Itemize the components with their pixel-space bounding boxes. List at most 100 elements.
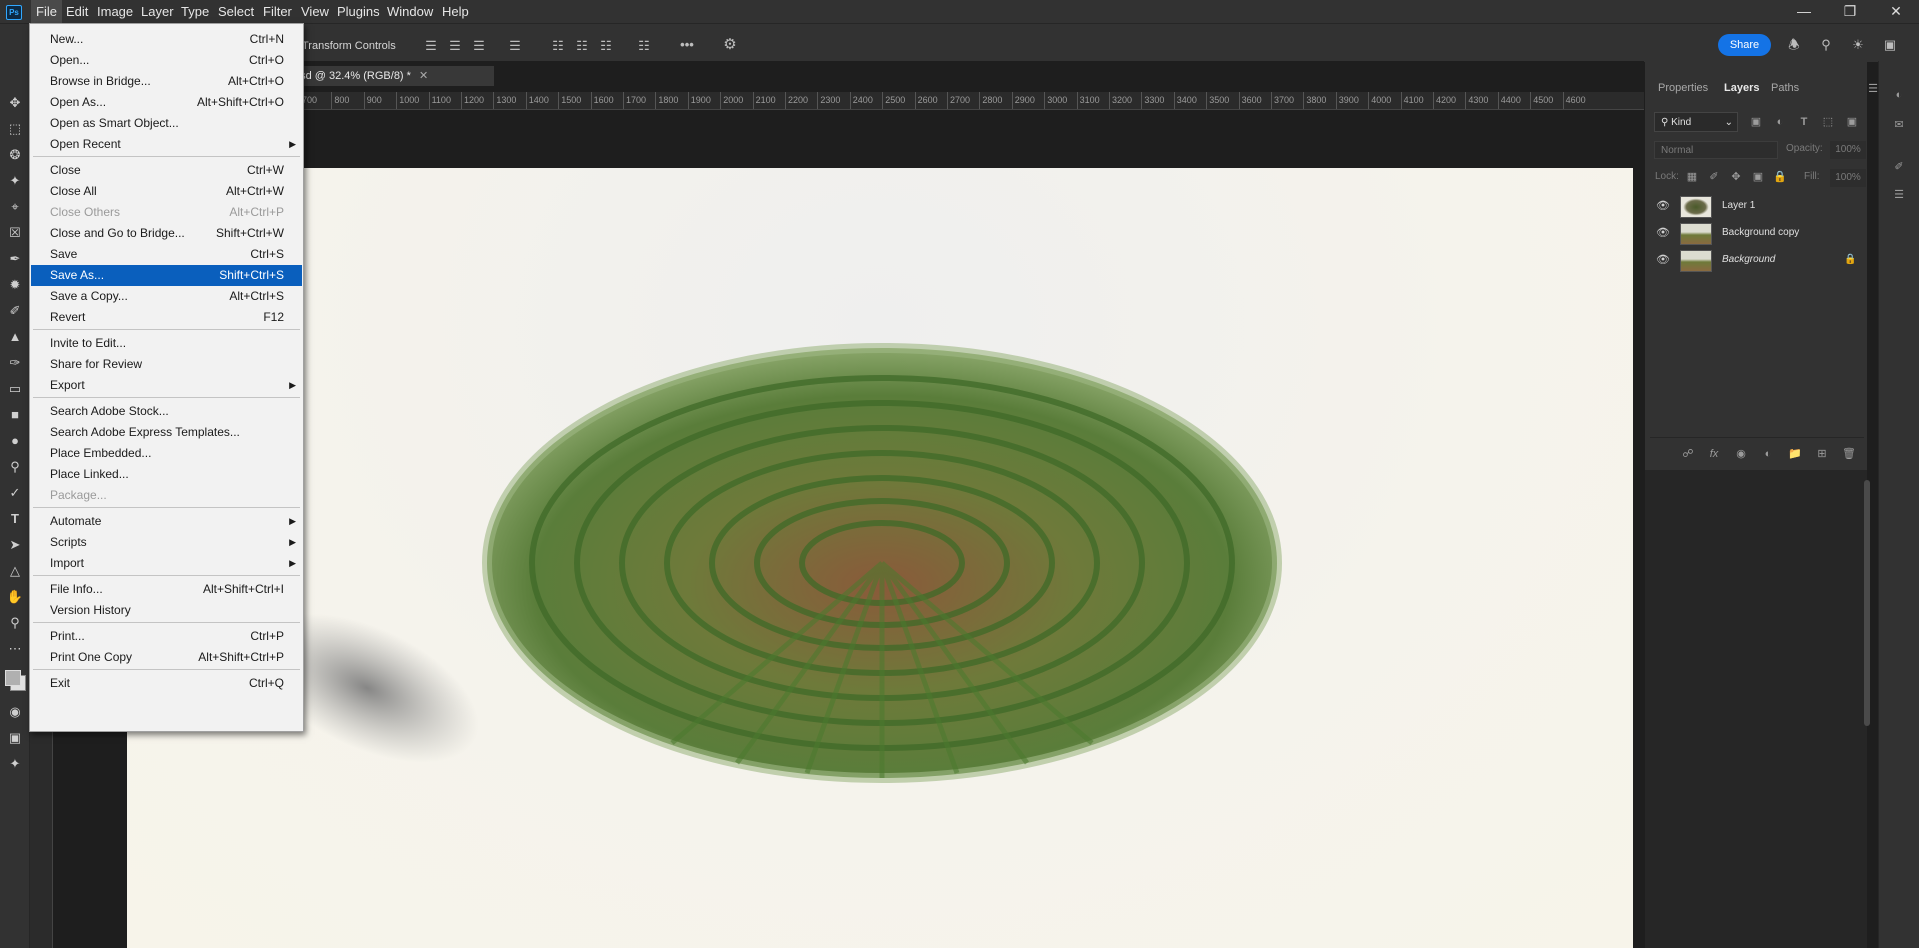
eyedropper-tool-icon[interactable]: ✒ <box>6 250 24 268</box>
menu-layer[interactable]: Layer <box>136 0 179 23</box>
workspace-icon[interactable]: ▣ <box>1882 38 1898 52</box>
stamp-tool-icon[interactable]: ▲ <box>6 328 24 346</box>
lock-image-icon[interactable]: ✐ <box>1706 170 1722 184</box>
menu-item-version-history[interactable]: Version History <box>31 600 302 621</box>
distribute-vertical-icon[interactable]: ☷ <box>636 39 652 53</box>
align-center-icon[interactable]: ☰ <box>447 39 463 53</box>
generative-icon[interactable]: ✦ <box>6 755 24 773</box>
menu-item-invite-to-edit[interactable]: Invite to Edit... <box>31 333 302 354</box>
tab-layers[interactable]: Layers <box>1724 82 1759 94</box>
filter-pixel-icon[interactable]: ▣ <box>1748 115 1764 129</box>
filter-shape-icon[interactable]: ⬚ <box>1820 115 1836 129</box>
menu-image[interactable]: Image <box>92 0 138 23</box>
zoom-tool-icon[interactable]: ⚲ <box>6 614 24 632</box>
menu-type[interactable]: Type <box>176 0 214 23</box>
menu-edit[interactable]: Edit <box>61 0 93 23</box>
restore-icon[interactable]: ❐ <box>1827 0 1873 23</box>
menu-item-search-adobe-express-templates[interactable]: Search Adobe Express Templates... <box>31 422 302 443</box>
menu-item-open-as[interactable]: Open As... Alt+Shift+Ctrl+O <box>31 92 302 113</box>
search-icon[interactable]: ⚲ <box>1818 38 1834 52</box>
sliders-panel-icon[interactable]: ☰ <box>1891 188 1907 202</box>
layer-row-background-copy[interactable]: 👁 Background copy <box>1652 221 1862 247</box>
align-top-icon[interactable]: ☷ <box>550 39 566 53</box>
menu-item-exit[interactable]: Exit Ctrl+Q <box>31 673 302 694</box>
lock-artboard-icon[interactable]: ▣ <box>1750 170 1766 184</box>
minimize-icon[interactable]: — <box>1781 0 1827 23</box>
share-button[interactable]: Share <box>1718 34 1771 56</box>
adjustment-icon[interactable]: ◐ <box>1760 447 1776 461</box>
menu-item-share-for-review[interactable]: Share for Review <box>31 354 302 375</box>
marquee-tool-icon[interactable]: ⬚ <box>6 120 24 138</box>
menu-file[interactable]: File <box>31 0 62 23</box>
menu-item-automate[interactable]: Automate ▶ <box>31 511 302 532</box>
hand-tool-icon[interactable]: ✋ <box>6 588 24 606</box>
tab-paths[interactable]: Paths <box>1771 82 1799 94</box>
transform-controls-label[interactable]: Transform Controls <box>302 40 396 52</box>
menu-item-print-one-copy[interactable]: Print One Copy Alt+Shift+Ctrl+P <box>31 647 302 668</box>
crop-tool-icon[interactable]: ⌖ <box>6 198 24 216</box>
menu-item-new[interactable]: New... Ctrl+N <box>31 29 302 50</box>
trash-icon[interactable]: 🗑 <box>1841 447 1857 461</box>
menu-item-export[interactable]: Export ▶ <box>31 375 302 396</box>
menu-filter[interactable]: Filter <box>258 0 297 23</box>
lasso-tool-icon[interactable]: ❂ <box>6 146 24 164</box>
fx-icon[interactable]: fx <box>1706 447 1722 461</box>
menu-item-close-and-go-to-bridge[interactable]: Close and Go to Bridge... Shift+Ctrl+W <box>31 223 302 244</box>
menu-item-save[interactable]: Save Ctrl+S <box>31 244 302 265</box>
menu-item-import[interactable]: Import ▶ <box>31 553 302 574</box>
menu-plugins[interactable]: Plugins <box>332 0 385 23</box>
more-options-icon[interactable]: ••• <box>679 38 695 52</box>
menu-item-open-as-smart-object[interactable]: Open as Smart Object... <box>31 113 302 134</box>
menu-item-close-all[interactable]: Close All Alt+Ctrl+W <box>31 181 302 202</box>
pen-tool-icon[interactable]: ✓ <box>6 484 24 502</box>
menu-item-file-info[interactable]: File Info... Alt+Shift+Ctrl+I <box>31 579 302 600</box>
panel-scrollbar[interactable] <box>1864 480 1870 726</box>
object-select-tool-icon[interactable]: ✦ <box>6 172 24 190</box>
eraser-tool-icon[interactable]: ▭ <box>6 380 24 398</box>
history-brush-tool-icon[interactable]: ✑ <box>6 354 24 372</box>
layer-row-layer-1[interactable]: 👁 Layer 1 <box>1652 194 1862 220</box>
menu-item-save-a-copy[interactable]: Save a Copy... Alt+Ctrl+S <box>31 286 302 307</box>
align-middle-icon[interactable]: ☷ <box>574 39 590 53</box>
menu-item-print[interactable]: Print... Ctrl+P <box>31 626 302 647</box>
mask-icon[interactable]: ◉ <box>1733 447 1749 461</box>
healing-tool-icon[interactable]: ✹ <box>6 276 24 294</box>
visibility-eye-icon[interactable]: 👁 <box>1656 228 1670 239</box>
filter-type-icon[interactable]: T <box>1796 115 1812 129</box>
layer-row-background[interactable]: 👁 Background 🔒 <box>1652 248 1862 274</box>
new-layer-icon[interactable]: ⊞ <box>1814 447 1830 461</box>
align-right-icon[interactable]: ☰ <box>471 39 487 53</box>
lock-position-icon[interactable]: ✥ <box>1728 170 1744 184</box>
menu-select[interactable]: Select <box>213 0 259 23</box>
menu-item-place-linked[interactable]: Place Linked... <box>31 464 302 485</box>
menu-item-open-recent[interactable]: Open Recent ▶ <box>31 134 302 155</box>
image-canvas[interactable] <box>127 168 1633 948</box>
menu-item-browse-in-bridge[interactable]: Browse in Bridge... Alt+Ctrl+O <box>31 71 302 92</box>
adjustments-panel-icon[interactable]: ◐ <box>1891 88 1907 102</box>
brush-panel-icon[interactable]: ✐ <box>1891 160 1907 174</box>
menu-item-open[interactable]: Open... Ctrl+O <box>31 50 302 71</box>
shape-tool-icon[interactable]: △ <box>6 562 24 580</box>
menu-view[interactable]: View <box>296 0 334 23</box>
menu-item-scripts[interactable]: Scripts ▶ <box>31 532 302 553</box>
folder-icon[interactable]: 📁 <box>1787 447 1803 461</box>
menu-window[interactable]: Window <box>382 0 438 23</box>
menu-item-place-embedded[interactable]: Place Embedded... <box>31 443 302 464</box>
link-icon[interactable]: ☍ <box>1680 447 1696 461</box>
filter-adjustment-icon[interactable]: ◐ <box>1772 115 1788 129</box>
more-tools-icon[interactable]: ⋯ <box>6 640 24 658</box>
tab-properties[interactable]: Properties <box>1658 82 1708 94</box>
menu-help[interactable]: Help <box>437 0 474 23</box>
brush-tool-icon[interactable]: ✐ <box>6 302 24 320</box>
blend-mode-select[interactable]: Normal <box>1654 141 1778 159</box>
visibility-eye-icon[interactable]: 👁 <box>1656 201 1670 212</box>
align-left-icon[interactable]: ☰ <box>423 39 439 53</box>
type-tool-icon[interactable]: T <box>6 510 24 528</box>
discover-icon[interactable]: ☀ <box>1850 38 1866 52</box>
comments-panel-icon[interactable]: ✉ <box>1891 118 1907 132</box>
menu-item-search-adobe-stock[interactable]: Search Adobe Stock... <box>31 401 302 422</box>
gradient-tool-icon[interactable]: ■ <box>6 406 24 424</box>
menu-item-close[interactable]: Close Ctrl+W <box>31 160 302 181</box>
foreground-color-swatch[interactable] <box>5 670 21 686</box>
move-tool-icon[interactable]: ✥ <box>6 94 24 112</box>
